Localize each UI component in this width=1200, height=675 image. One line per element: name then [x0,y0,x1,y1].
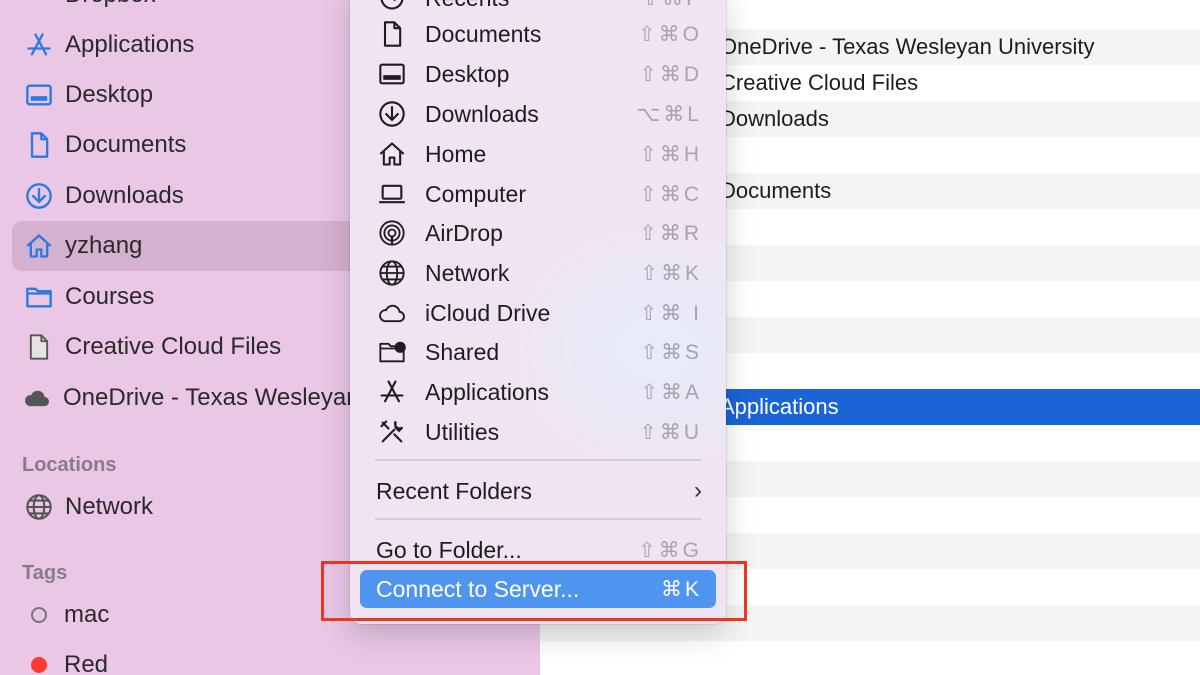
tags-header: Tags [22,562,68,584]
menu-item-shortcut: ⇧⌘S [640,340,702,364]
dropbox-icon [22,0,56,10]
menu-item-recent-folders[interactable]: Recent Folders › [360,472,716,510]
menu-item-shortcut: ⇧⌘K [640,261,702,285]
recents-icon [376,0,408,13]
sidebar-item-label: yzhang [65,232,143,259]
menu-item-home[interactable]: Home ⇧⌘H [360,135,716,173]
sidebar-item-label: Downloads [65,182,184,209]
menu-item-label: Documents [425,20,542,47]
network-icon [376,258,408,288]
menu-item-shared[interactable]: Shared ⇧⌘S [360,333,716,371]
sidebar-item-label: Network [65,493,154,520]
sidebar-item-label: Documents [65,131,187,158]
menu-item-shortcut: ⇧⌘R [639,221,702,245]
menu-item-label: Desktop [425,60,510,87]
menu-item-shortcut: ⇧⌘A [640,380,702,404]
menu-item-shortcut: ⇧⌘G [638,538,702,562]
highlight-callout-box [321,561,747,621]
menu-item-label: Utilities [425,418,500,445]
menu-item-label: Recents [425,0,642,12]
menu-item-label: Shared [425,338,500,365]
menu-item-airdrop[interactable]: AirDrop ⇧⌘R [360,214,716,252]
file-row-label: Applications [720,394,839,419]
sidebar-item-label: Applications [65,31,195,58]
red-tag-dot-icon [31,657,47,673]
sidebar-item-label: Dropbox [65,0,156,9]
locations-header: Locations [22,454,117,476]
chevron-right-icon: › [694,477,702,504]
menu-item-downloads[interactable]: Downloads ⌥⌘L [360,95,716,133]
file-row-label: Creative Cloud Files [720,70,919,95]
folder-icon [22,282,56,312]
menu-item-label: Downloads [425,100,539,127]
menu-item-label: Applications [425,378,550,405]
menu-item-label: Network [425,259,510,286]
utilities-icon [376,417,408,447]
airdrop-icon [376,218,408,248]
menu-item-icloud-drive[interactable]: iCloud Drive ⇧⌘ I [360,294,716,332]
computer-icon [376,179,408,209]
go-menu: Recents ⇧⌘F Documents ⇧⌘O Desktop ⇧⌘D Do… [350,0,726,624]
sidebar-item-label: Desktop [65,81,154,108]
shared-folder-icon [376,337,408,367]
applications-icon [22,30,56,60]
desktop-icon [22,80,56,110]
menu-item-shortcut: ⇧⌘D [639,62,702,86]
sidebar-item-yzhang[interactable]: yzhang [12,221,372,271]
desktop-icon [376,59,408,89]
document-icon [376,19,408,49]
home-icon [22,231,56,261]
menu-item-documents[interactable]: Documents ⇧⌘O [360,15,716,53]
menu-separator [375,518,701,520]
menu-item-label: iCloud Drive [425,299,551,326]
file-row-label: OneDrive - Texas Wesleyan University [720,34,1095,59]
menu-item-shortcut: ⇧⌘U [639,420,702,444]
sidebar-item-label: Creative Cloud Files [65,333,282,360]
menu-item-shortcut: ⇧⌘H [639,142,702,166]
menu-item-label: Recent Folders [376,477,532,504]
network-icon [22,492,56,522]
tag-dot-icon [31,607,47,623]
menu-item-shortcut: ⇧⌘F [642,0,716,11]
sidebar-item-label: mac [64,601,110,628]
menu-item-shortcut: ⌥⌘L [636,102,702,126]
menu-item-computer[interactable]: Computer ⇧⌘C [360,175,716,213]
menu-item-network[interactable]: Network ⇧⌘K [360,254,716,292]
menu-item-label: AirDrop [425,219,503,246]
file-row-label: Documents [720,178,832,203]
menu-item-shortcut: ⇧⌘C [639,182,702,206]
document-icon [22,130,56,160]
menu-separator [375,459,701,461]
sidebar-tag-red[interactable]: Red [12,640,532,675]
menu-item-label: Home [425,140,487,167]
applications-icon [376,377,408,407]
menu-item-shortcut: ⇧⌘ I [639,301,702,325]
sidebar-item-label: Red [64,651,109,675]
menu-item-shortcut: ⇧⌘O [638,22,702,46]
file-icon [22,332,56,362]
sidebar-item-label: Courses [65,283,155,310]
icloud-icon [376,298,408,328]
downloads-icon [22,181,56,211]
home-icon [376,139,408,169]
menu-item-label: Go to Folder... [376,536,522,563]
menu-item-applications[interactable]: Applications ⇧⌘A [360,373,716,411]
downloads-icon [376,99,408,129]
menu-item-desktop[interactable]: Desktop ⇧⌘D [360,55,716,93]
menu-item-label: Computer [425,180,526,207]
file-row-label: Downloads [720,106,829,131]
cloud-icon [20,383,54,413]
menu-item-utilities[interactable]: Utilities ⇧⌘U [360,413,716,451]
